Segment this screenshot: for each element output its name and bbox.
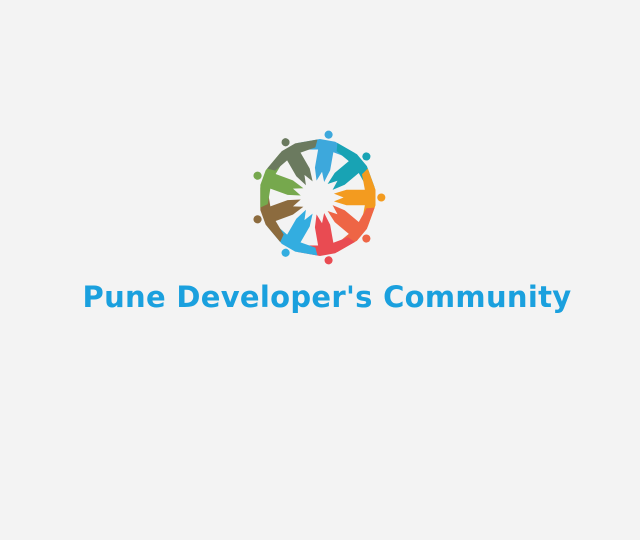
person-head	[253, 215, 262, 224]
person-head	[281, 138, 290, 147]
person-head	[377, 193, 386, 202]
person-head	[362, 234, 371, 243]
person-head	[253, 171, 262, 180]
people-circle-svg	[253, 130, 386, 265]
people-circle-icon	[245, 125, 390, 270]
person-head	[281, 248, 290, 257]
brand-name: Pune Developer's Community	[82, 280, 572, 314]
page: Pune Developer's Community	[0, 0, 640, 540]
person-head	[324, 130, 333, 139]
person-head	[324, 256, 333, 265]
person-head	[362, 152, 371, 161]
